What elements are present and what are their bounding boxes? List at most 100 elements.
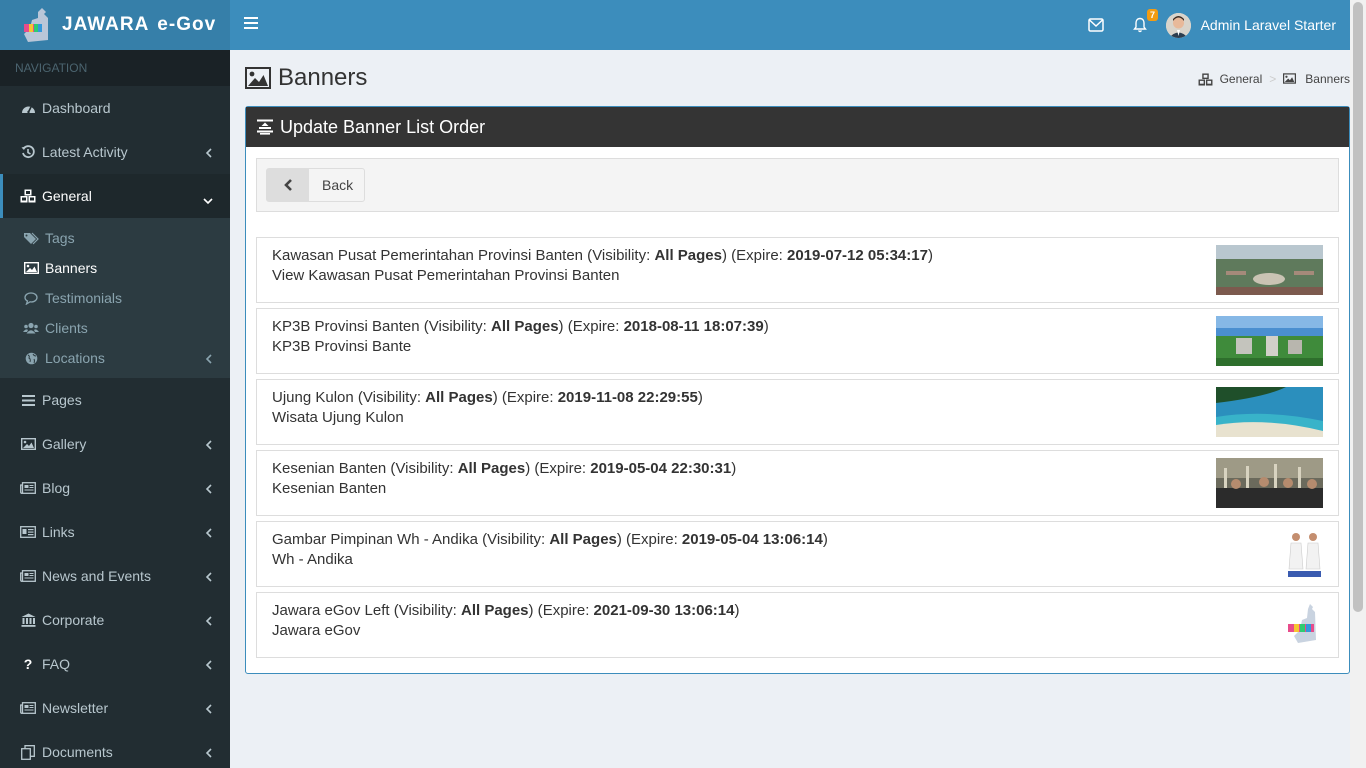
sidebar-item-label: General xyxy=(42,188,92,204)
image-icon xyxy=(23,261,39,275)
banner-name: Ujung Kulon xyxy=(272,389,354,406)
image-icon xyxy=(1283,73,1297,85)
bank-icon xyxy=(20,612,36,628)
banner-name: Gambar Pimpinan Wh - Andika xyxy=(272,531,478,548)
sidebar-item-latest-activity[interactable]: Latest Activity xyxy=(0,130,230,174)
sidebar-item-documents[interactable]: Documents xyxy=(0,730,230,768)
banner-thumbnail xyxy=(1216,458,1323,508)
sidebar-subitem-clients[interactable]: Clients xyxy=(0,313,230,343)
banner-item[interactable]: KP3B Provinsi Banten (Visibility: All Pa… xyxy=(256,308,1339,374)
banner-caption: Kesenian Banten xyxy=(272,480,387,497)
banner-caption: Wisata Ujung Kulon xyxy=(272,409,404,426)
globe-icon xyxy=(23,351,39,365)
envelope-icon[interactable] xyxy=(1088,15,1108,35)
question-icon: ? xyxy=(23,656,33,672)
breadcrumb-general[interactable]: General xyxy=(1220,72,1263,86)
banner-expire: 2018-08-11 18:07:39 xyxy=(623,318,764,335)
sidebar-item-dashboard[interactable]: Dashboard xyxy=(0,86,230,130)
id-card-icon xyxy=(20,524,36,540)
sidebar-subitem-banners[interactable]: Banners xyxy=(0,253,230,283)
banner-item[interactable]: Ujung Kulon (Visibility: All Pages) (Exp… xyxy=(256,379,1339,445)
image-icon xyxy=(245,67,271,89)
sidebar-subitem-label: Banners xyxy=(45,260,98,276)
sidebar-item-label: Gallery xyxy=(42,436,87,452)
sidebar-item-pages[interactable]: Pages xyxy=(0,378,230,422)
breadcrumb: General > Banners xyxy=(1198,72,1350,86)
user-menu[interactable]: Admin Laravel Starter xyxy=(1165,12,1336,38)
sidebar-item-gallery[interactable]: Gallery xyxy=(0,422,230,466)
banner-thumbnail xyxy=(1216,245,1323,295)
chevron-left-icon xyxy=(267,169,309,201)
chevron-left-icon xyxy=(205,526,212,538)
newspaper-icon xyxy=(20,700,36,716)
copy-icon xyxy=(20,744,36,760)
chevron-left-icon xyxy=(205,702,212,714)
dashboard-icon xyxy=(20,100,36,116)
box-title: Update Banner List Order xyxy=(280,116,486,137)
box-header: Update Banner List Order xyxy=(246,107,1349,147)
sidebar-item-newsletter[interactable]: Newsletter xyxy=(0,686,230,730)
sidebar-item-label: Corporate xyxy=(42,612,105,628)
banner-expire: 2019-07-12 05:34:17 xyxy=(787,247,928,264)
page-scrollbar[interactable] xyxy=(1350,0,1366,768)
banner-visibility: All Pages xyxy=(491,318,559,335)
banner-item[interactable]: Jawara eGov Left (Visibility: All Pages)… xyxy=(256,592,1339,658)
page-title-text: Banners xyxy=(278,64,368,91)
tags-icon xyxy=(23,231,39,245)
sidebar-subitem-label: Locations xyxy=(45,350,105,366)
sidebar-item-links[interactable]: Links xyxy=(0,510,230,554)
scrollbar-thumb[interactable] xyxy=(1353,2,1363,612)
page-title: Banners xyxy=(245,64,367,92)
sidebar-item-faq[interactable]: ? FAQ xyxy=(0,642,230,686)
bell-icon[interactable]: 7 xyxy=(1132,9,1158,35)
chevron-left-icon xyxy=(205,352,212,364)
banner-thumbnail xyxy=(1216,387,1323,437)
sidebar-item-label: Newsletter xyxy=(42,700,109,716)
chevron-down-icon xyxy=(202,192,214,205)
back-button[interactable]: Back xyxy=(266,168,365,202)
sidebar-item-general[interactable]: General xyxy=(0,174,230,218)
sidebar: NAVIGATION Dashboard Latest Activity Gen… xyxy=(0,50,230,768)
banner-expire: 2021-09-30 13:06:14 xyxy=(593,602,735,619)
chevron-left-icon xyxy=(205,570,212,582)
newspaper-icon xyxy=(20,480,36,496)
banner-caption: View Kawasan Pusat Pemerintahan Provinsi… xyxy=(272,267,620,284)
brand-name: JAWARA xyxy=(62,14,150,35)
sidebar-toggle-icon[interactable] xyxy=(244,17,258,31)
banner-thumbnail xyxy=(1216,316,1323,366)
sidebar-subitem-locations[interactable]: Locations xyxy=(0,343,230,373)
sidebar-item-news-and-events[interactable]: News and Events xyxy=(0,554,230,598)
chevron-left-icon xyxy=(205,482,212,494)
sidebar-subitem-testimonials[interactable]: Testimonials xyxy=(0,283,230,313)
chevron-left-icon xyxy=(205,746,212,758)
banner-caption: Wh - Andika xyxy=(272,551,353,568)
banner-caption: Jawara eGov xyxy=(272,622,361,639)
sidebar-subitem-label: Testimonials xyxy=(45,290,123,306)
main-content: Banners General > Banners Update Banner … xyxy=(230,50,1350,768)
sidebar-item-label: Blog xyxy=(42,480,71,496)
sidebar-item-blog[interactable]: Blog xyxy=(0,466,230,510)
sidebar-subitem-label: Clients xyxy=(45,320,88,336)
sidebar-item-label: News and Events xyxy=(42,568,151,584)
jawara-logo-icon xyxy=(20,6,56,44)
chevron-left-icon xyxy=(205,658,212,670)
history-icon xyxy=(20,144,36,160)
banner-order-box: Update Banner List Order Back Kawasan Pu… xyxy=(245,106,1350,674)
banner-item[interactable]: Kesenian Banten (Visibility: All Pages) … xyxy=(256,450,1339,516)
sidebar-header: NAVIGATION xyxy=(0,50,230,86)
general-submenu: Tags Banners Testimonials Clients Locati… xyxy=(0,218,230,378)
comment-icon xyxy=(23,291,39,305)
brand-logo[interactable]: JAWARA e-Gov xyxy=(0,0,230,50)
brand-suffix: e-Gov xyxy=(157,14,217,35)
user-name: Admin Laravel Starter xyxy=(1200,17,1336,33)
sidebar-subitem-tags[interactable]: Tags xyxy=(0,223,230,253)
sidebar-item-corporate[interactable]: Corporate xyxy=(0,598,230,642)
chevron-left-icon xyxy=(205,146,212,158)
banner-item[interactable]: Kawasan Pusat Pemerintahan Provinsi Bant… xyxy=(256,237,1339,303)
banner-thumbnail xyxy=(1286,600,1323,650)
banner-item[interactable]: Gambar Pimpinan Wh - Andika (Visibility:… xyxy=(256,521,1339,587)
box-toolbar: Back xyxy=(256,158,1339,212)
avatar xyxy=(1165,12,1191,38)
banner-name: Kawasan Pusat Pemerintahan Provinsi Bant… xyxy=(272,247,584,264)
banner-visibility: All Pages xyxy=(654,247,722,264)
